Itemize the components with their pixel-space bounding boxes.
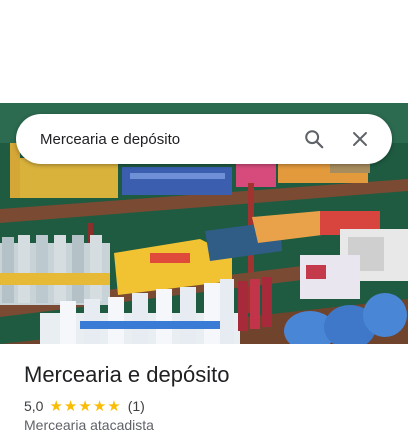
rating-row[interactable]: 5,0 ★ ★ ★ ★ ★ (1) — [24, 397, 145, 415]
rating-stars: ★ ★ ★ ★ ★ — [49, 399, 121, 414]
star-icon: ★ — [107, 397, 121, 415]
star-icon: ★ — [49, 397, 63, 415]
star-icon: ★ — [63, 397, 78, 415]
search-input[interactable]: Mercearia e depósito — [40, 131, 286, 148]
rating-value: 5,0 — [24, 398, 44, 414]
clear-search-button[interactable] — [342, 121, 378, 157]
place-title: Mercearia e depósito — [24, 362, 230, 387]
star-icon: ★ — [92, 397, 107, 415]
place-category: Mercearia atacadista — [24, 417, 154, 433]
close-icon — [353, 132, 367, 146]
search-icon — [305, 130, 324, 149]
search-button[interactable] — [296, 121, 332, 157]
reviews-count[interactable]: (1) — [128, 398, 145, 414]
search-bar[interactable]: Mercearia e depósito — [16, 114, 392, 164]
star-icon: ★ — [78, 397, 92, 415]
